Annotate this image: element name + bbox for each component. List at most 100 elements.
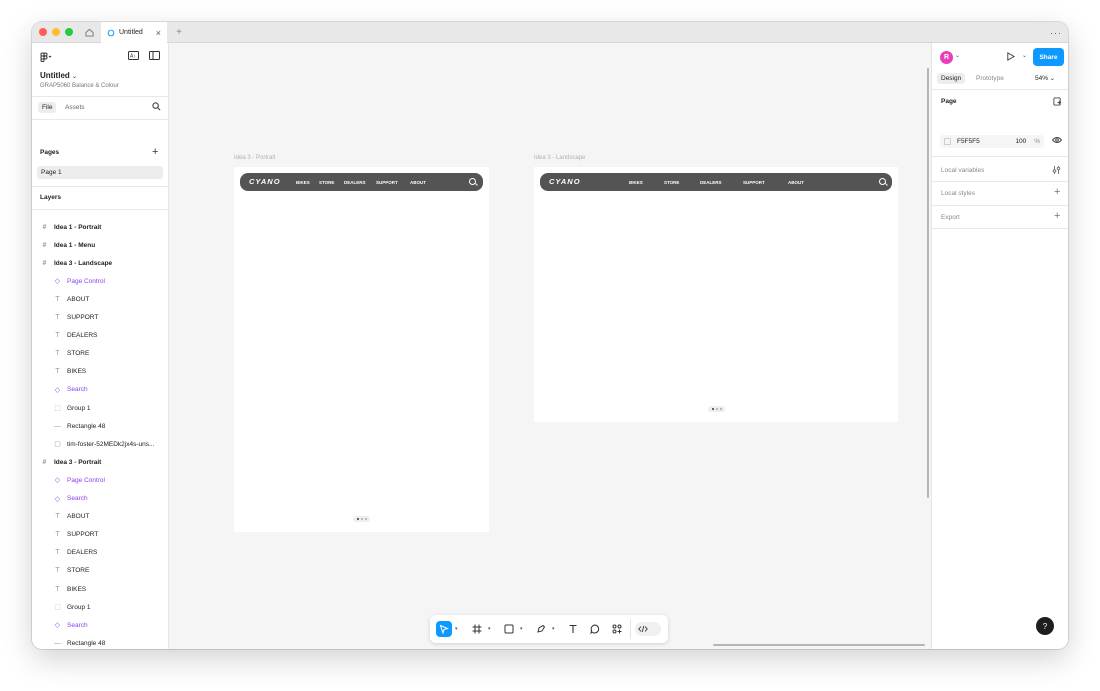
layer-item[interactable]: ▢ tim-foster-52MEDk2jx4s-uns... bbox=[54, 435, 154, 453]
chevron-down-icon[interactable]: ⌄ bbox=[1022, 52, 1027, 59]
dev-mode-toggle[interactable] bbox=[635, 622, 661, 636]
layer-item[interactable]: ⬚ Group 1 bbox=[54, 399, 90, 417]
present-button[interactable] bbox=[1006, 52, 1016, 63]
add-export-icon[interactable]: + bbox=[1054, 210, 1060, 222]
layer-item[interactable]: T BIKES bbox=[54, 363, 86, 381]
close-window-button[interactable] bbox=[39, 28, 47, 36]
frame-label-portrait[interactable]: Idea 3 - Portrait bbox=[234, 155, 275, 161]
page-settings-icon[interactable] bbox=[1053, 97, 1062, 108]
search-icon[interactable] bbox=[879, 178, 886, 185]
nav-link-support[interactable]: SUPPORT bbox=[376, 180, 398, 185]
layer-item[interactable]: ◇ Search bbox=[54, 490, 88, 508]
fill-color-swatch[interactable] bbox=[944, 138, 951, 145]
horizontal-scrollbar[interactable] bbox=[713, 644, 925, 646]
text-ai-icon[interactable]: A↕ bbox=[128, 51, 139, 62]
layer-item[interactable]: # Idea 3 - Landscape bbox=[41, 254, 113, 272]
new-tab-button[interactable]: + bbox=[172, 22, 186, 43]
layer-item[interactable]: ◇ Page Control bbox=[54, 471, 105, 489]
vertical-scrollbar[interactable] bbox=[927, 68, 929, 498]
nav-link-dealers[interactable]: DEALERS bbox=[700, 180, 722, 185]
text-icon: T bbox=[55, 567, 60, 575]
layer-item[interactable]: ⬚ Group 1 bbox=[54, 598, 90, 616]
nav-link-bikes[interactable]: BIKES bbox=[296, 180, 310, 185]
share-button[interactable]: Share bbox=[1033, 48, 1064, 66]
page-item-page-1[interactable]: Page 1 bbox=[37, 166, 163, 179]
layer-item[interactable]: T SUPPORT bbox=[54, 309, 98, 327]
page-control[interactable] bbox=[353, 516, 370, 522]
tab-design[interactable]: Design bbox=[937, 73, 966, 84]
move-tool[interactable] bbox=[436, 621, 452, 637]
variables-icon[interactable] bbox=[1052, 165, 1061, 177]
tab-prototype[interactable]: Prototype bbox=[976, 75, 1004, 82]
nav-link-support[interactable]: SUPPORT bbox=[743, 180, 765, 185]
eye-icon[interactable] bbox=[1051, 136, 1063, 146]
search-icon[interactable] bbox=[469, 178, 476, 185]
document-tab[interactable]: Untitled × bbox=[101, 22, 167, 43]
frame-label-landscape[interactable]: Idea 3 - Landscape bbox=[534, 155, 585, 161]
shape-tool[interactable] bbox=[501, 621, 517, 637]
canvas[interactable]: Idea 3 - Portrait CYANO BIKES STORE DEAL… bbox=[169, 43, 931, 649]
figma-menu-icon[interactable] bbox=[40, 52, 52, 64]
close-tab-icon[interactable]: × bbox=[156, 28, 161, 38]
actions-tool[interactable] bbox=[609, 621, 625, 637]
search-icon[interactable] bbox=[152, 102, 161, 113]
nav-link-store[interactable]: STORE bbox=[664, 180, 679, 185]
layer-item[interactable]: T STORE bbox=[54, 562, 89, 580]
layer-item[interactable]: — Rectangle 48 bbox=[54, 417, 105, 435]
local-styles-label[interactable]: Local styles bbox=[941, 190, 975, 197]
layer-item[interactable]: T ABOUT bbox=[54, 508, 89, 526]
nav-link-dealers[interactable]: DEALERS bbox=[344, 180, 366, 185]
nav-link-about[interactable]: ABOUT bbox=[788, 180, 804, 185]
chevron-down-icon[interactable]: ⌄ bbox=[955, 52, 960, 59]
page-fill-field[interactable]: F5F5F5 100 % bbox=[940, 135, 1044, 148]
add-style-icon[interactable]: + bbox=[1054, 186, 1060, 198]
sidebar-toggle-icon[interactable] bbox=[149, 51, 160, 62]
layer-item[interactable]: — Rectangle 48 bbox=[54, 634, 105, 649]
layer-item[interactable]: T DEALERS bbox=[54, 544, 97, 562]
avatar[interactable]: R bbox=[940, 51, 953, 64]
frame-tool[interactable] bbox=[469, 621, 485, 637]
layer-item[interactable]: T SUPPORT bbox=[54, 526, 98, 544]
layer-item[interactable]: ◇ Search bbox=[54, 381, 88, 399]
chevron-down-icon[interactable]: ▾ bbox=[455, 626, 458, 632]
chevron-down-icon[interactable]: ▾ bbox=[552, 626, 555, 632]
minimize-window-button[interactable] bbox=[52, 28, 60, 36]
export-label[interactable]: Export bbox=[941, 214, 960, 221]
layer-item[interactable]: T ABOUT bbox=[54, 290, 89, 308]
nav-link-about[interactable]: ABOUT bbox=[410, 180, 426, 185]
logo: CYANO bbox=[249, 177, 281, 186]
file-title[interactable]: Untitled ⌄ bbox=[40, 71, 77, 80]
text-tool[interactable] bbox=[565, 621, 581, 637]
maximize-window-button[interactable] bbox=[65, 28, 73, 36]
layer-item[interactable]: # Idea 1 - Portrait bbox=[41, 218, 102, 236]
tab-assets[interactable]: Assets bbox=[65, 104, 85, 111]
frame-idea-3-portrait[interactable]: CYANO BIKES STORE DEALERS SUPPORT ABOUT bbox=[234, 167, 489, 532]
pen-tool[interactable] bbox=[533, 621, 549, 637]
layer-item[interactable]: T DEALERS bbox=[54, 327, 97, 345]
layer-item[interactable]: T STORE bbox=[54, 345, 89, 363]
chevron-down-icon[interactable]: ▾ bbox=[520, 626, 523, 632]
more-menu-button[interactable]: ··· bbox=[1050, 22, 1062, 43]
page-control[interactable] bbox=[708, 406, 725, 412]
layer-item[interactable]: ◇ Search bbox=[54, 616, 88, 634]
zoom-level[interactable]: 54% ⌄ bbox=[1035, 75, 1055, 82]
nav-link-bikes[interactable]: BIKES bbox=[629, 180, 643, 185]
project-name[interactable]: GRAP5060 Balance & Colour bbox=[40, 83, 119, 89]
comment-tool[interactable] bbox=[587, 621, 603, 637]
layer-item[interactable]: T BIKES bbox=[54, 580, 86, 598]
nav-link-store[interactable]: STORE bbox=[319, 180, 334, 185]
home-tab[interactable] bbox=[78, 22, 100, 43]
chevron-down-icon[interactable]: ▾ bbox=[488, 626, 491, 632]
fill-opacity-value[interactable]: 100 bbox=[1015, 138, 1026, 145]
navbar[interactable]: CYANO BIKES STORE DEALERS SUPPORT ABOUT bbox=[240, 173, 483, 191]
layer-item[interactable]: # Idea 1 - Menu bbox=[41, 236, 96, 254]
local-variables-label[interactable]: Local variables bbox=[941, 167, 984, 174]
layer-item[interactable]: ◇ Page Control bbox=[54, 272, 105, 290]
navbar[interactable]: CYANO BIKES STORE DEALERS SUPPORT ABOUT bbox=[540, 173, 892, 191]
layer-item[interactable]: # Idea 3 - Portrait bbox=[41, 453, 102, 471]
frame-idea-3-landscape[interactable]: CYANO BIKES STORE DEALERS SUPPORT ABOUT bbox=[534, 167, 898, 422]
tab-file[interactable]: File bbox=[38, 102, 57, 113]
add-page-icon[interactable]: + bbox=[152, 146, 158, 158]
help-button[interactable]: ? bbox=[1036, 617, 1054, 635]
fill-hex-value[interactable]: F5F5F5 bbox=[957, 138, 980, 145]
